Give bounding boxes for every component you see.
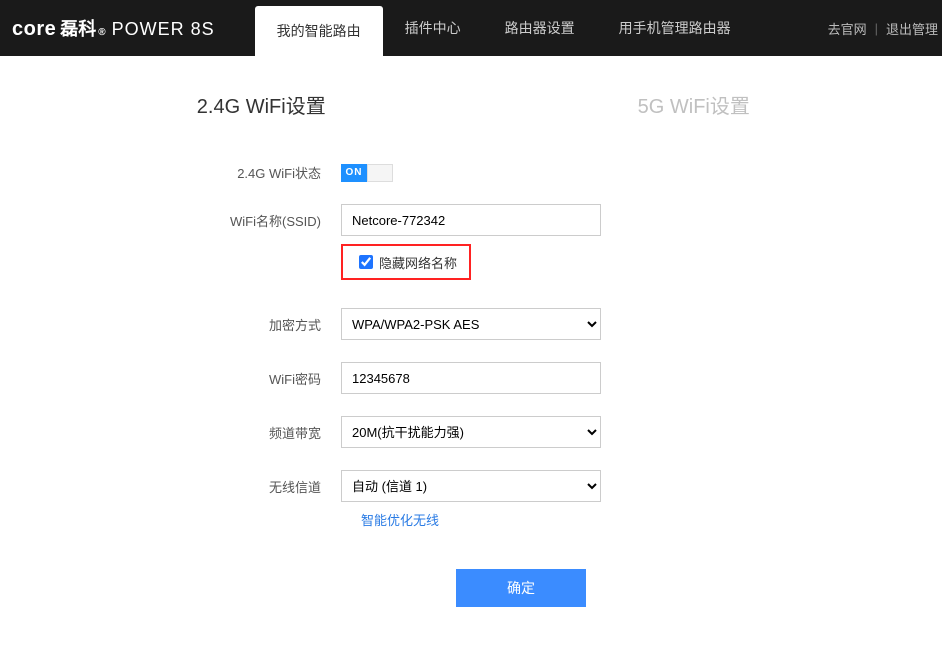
tab-5g[interactable]: 5G WiFi设置 [478,76,911,133]
row-optimize-link: 智能优化无线 [361,510,801,529]
label-status: 2.4G WiFi状态 [141,163,341,182]
logo-reg-icon: ® [98,27,105,38]
nav-router-settings[interactable]: 路由器设置 [483,0,597,56]
label-channel: 无线信道 [141,477,341,496]
bandwidth-select[interactable]: 20M(抗干扰能力强) [341,416,601,448]
top-right-links: 去官网 | 退出管理 [824,0,942,56]
row-ssid: WiFi名称(SSID) [141,204,801,236]
row-channel: 无线信道 自动 (信道 1) [141,470,801,502]
logo: core 磊科 ® POWER 8S [12,15,215,41]
logo-core-text: core [12,18,56,41]
top-separator: | [871,21,882,36]
optimize-wireless-link[interactable]: 智能优化无线 [361,513,439,528]
ssid-input[interactable] [341,204,601,236]
row-hide-ssid: 隐藏网络名称 [341,244,801,280]
submit-button[interactable]: 确定 [456,569,586,607]
row-password: WiFi密码 [141,362,801,394]
wifi-tabs: 2.4G WiFi设置 5G WiFi设置 [45,76,910,133]
link-logout[interactable]: 退出管理 [882,19,942,38]
page-content: 2.4G WiFi设置 5G WiFi设置 2.4G WiFi状态 ON WiF… [0,56,942,607]
nav-plugin-center[interactable]: 插件中心 [383,0,483,56]
main-nav: 我的智能路由 插件中心 路由器设置 用手机管理路由器 [255,0,753,56]
label-encryption: 加密方式 [141,315,341,334]
row-status: 2.4G WiFi状态 ON [141,163,801,182]
label-password: WiFi密码 [141,369,341,388]
toggle-on-text: ON [341,164,367,182]
wifi-status-toggle[interactable]: ON [341,164,393,182]
top-bar: core 磊科 ® POWER 8S 我的智能路由 插件中心 路由器设置 用手机… [0,0,942,56]
encryption-select[interactable]: WPA/WPA2-PSK AES [341,308,601,340]
label-ssid: WiFi名称(SSID) [141,211,341,230]
row-submit: 确定 [241,569,801,607]
hide-ssid-checkbox[interactable] [359,255,373,269]
toggle-knob [367,164,393,182]
nav-mobile-manage[interactable]: 用手机管理路由器 [597,0,753,56]
hide-ssid-label: 隐藏网络名称 [379,253,457,272]
channel-select[interactable]: 自动 (信道 1) [341,470,601,502]
tab-2-4g[interactable]: 2.4G WiFi设置 [45,76,478,133]
logo-cn-text: 磊科 [60,15,96,41]
row-bandwidth: 频道带宽 20M(抗干扰能力强) [141,416,801,448]
password-input[interactable] [341,362,601,394]
link-official-site[interactable]: 去官网 [824,19,871,38]
nav-my-router[interactable]: 我的智能路由 [255,6,383,56]
logo-model-text: POWER 8S [112,19,215,40]
row-encryption: 加密方式 WPA/WPA2-PSK AES [141,308,801,340]
hide-ssid-highlight: 隐藏网络名称 [341,244,471,280]
label-bandwidth: 频道带宽 [141,423,341,442]
wifi-form: 2.4G WiFi状态 ON WiFi名称(SSID) 隐藏网络名称 加密方式 [141,163,801,607]
